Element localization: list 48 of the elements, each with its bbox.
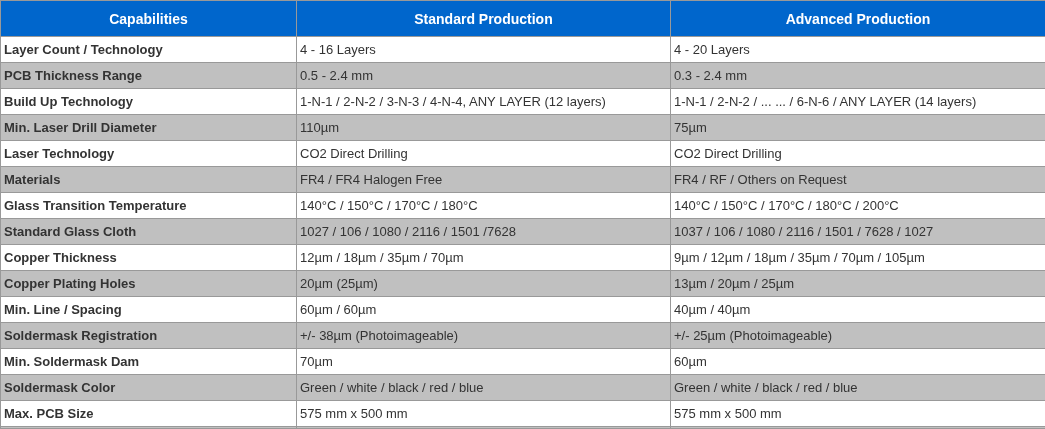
column-header: Advanced Production (670, 0, 1045, 37)
table-cell: Min. Laser Drill Diameter (0, 114, 297, 141)
table-cell: PCB Thickness Range (0, 62, 297, 89)
table-cell: 9µm / 12µm / 18µm / 35µm / 70µm / 105µm (670, 244, 1045, 271)
table-cell: Glass Transition Temperature (0, 192, 297, 219)
table-cell: 60µm / 60µm (296, 296, 671, 323)
table-cell: CO2 Direct Drilling (670, 140, 1045, 167)
table-cell: CO2 Direct Drilling (296, 140, 671, 167)
column-header: Capabilities (0, 0, 297, 37)
table-cell: 70µm (296, 348, 671, 375)
table-cell: Build Up Technology (0, 88, 297, 115)
table-cell: 0.5 - 2.4 mm (296, 62, 671, 89)
table-cell: Laser Technology (0, 140, 297, 167)
table-cell: Green / white / black / red / blue (296, 374, 671, 401)
table-cell: Soldermask Color (0, 374, 297, 401)
table-cell: 4 - 20 Layers (670, 36, 1045, 63)
table-cell: 12µm / 18µm / 35µm / 70µm (296, 244, 671, 271)
table-cell: FR4 / FR4 Halogen Free (296, 166, 671, 193)
table-cell: 4 - 16 Layers (296, 36, 671, 63)
table-cell: +/- 38µm (Photoimageable) (296, 322, 671, 349)
table-cell: Min. Line / Spacing (0, 296, 297, 323)
table-cell: Green / white / black / red / blue (670, 374, 1045, 401)
table-cell: 1027 / 106 / 1080 / 2116 / 1501 /7628 (296, 218, 671, 245)
table-cell: 1-N-1 / 2-N-2 / 3-N-3 / 4-N-4, ANY LAYER (12 layers) (296, 88, 671, 115)
table-cell: Min. Soldermask Dam (0, 348, 297, 375)
table-cell: 1037 / 106 / 1080 / 2116 / 1501 / 7628 / 1027 (670, 218, 1045, 245)
table-cell: Copper Thickness (0, 244, 297, 271)
table-cell: 13µm / 20µm / 25µm (670, 270, 1045, 297)
table-cell: Copper Plating Holes (0, 270, 297, 297)
table-cell: 40µm / 40µm (670, 296, 1045, 323)
table-cell: 110µm (296, 114, 671, 141)
table-cell: 0.3 - 2.4 mm (670, 62, 1045, 89)
table-cell: Materials (0, 166, 297, 193)
table-cell: 575 mm x 500 mm (670, 400, 1045, 427)
table-cell: 140°C / 150°C / 170°C / 180°C (296, 192, 671, 219)
column-header: Standard Production (296, 0, 671, 37)
table-cell: Max. PCB Size (0, 400, 297, 427)
table-cell: 575 mm x 500 mm (296, 400, 671, 427)
table-cell: +/- 25µm (Photoimageable) (670, 322, 1045, 349)
table-cell: Standard Glass Cloth (0, 218, 297, 245)
table-cell: Layer Count / Technology (0, 36, 297, 63)
table-cell: 140°C / 150°C / 170°C / 180°C / 200°C (670, 192, 1045, 219)
table-cell: 20µm (25µm) (296, 270, 671, 297)
table-cell: 75µm (670, 114, 1045, 141)
table-cell: Soldermask Registration (0, 322, 297, 349)
table-cell: 60µm (670, 348, 1045, 375)
table-cell: 1-N-1 / 2-N-2 / ... ... / 6-N-6 / ANY LAYER (14 layers) (670, 88, 1045, 115)
table-cell: FR4 / RF / Others on Request (670, 166, 1045, 193)
